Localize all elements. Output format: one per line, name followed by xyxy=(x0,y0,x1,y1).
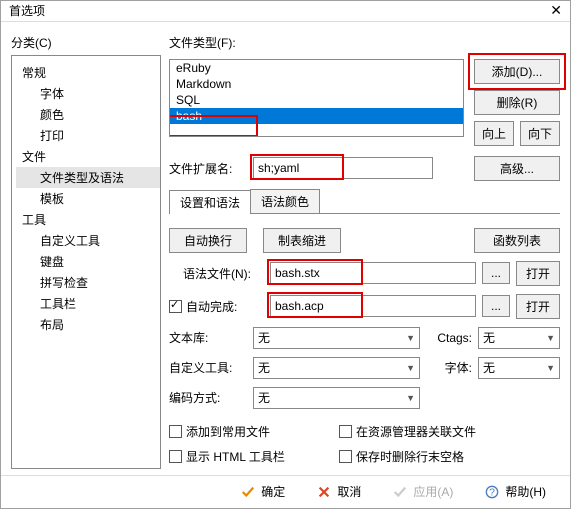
cb-add-common[interactable] xyxy=(169,425,182,438)
customtool-select[interactable]: 无▼ xyxy=(253,357,420,379)
browse-autocomplete-button[interactable]: ... xyxy=(482,295,510,317)
ext-input[interactable] xyxy=(253,157,433,179)
ctags-select[interactable]: 无▼ xyxy=(478,327,560,349)
tab-syntax-color[interactable]: 语法颜色 xyxy=(250,189,320,213)
tree-item[interactable]: 文件类型及语法 xyxy=(16,167,160,188)
tree-item[interactable]: 拼写检查 xyxy=(16,272,160,293)
close-icon[interactable]: ✕ xyxy=(550,2,562,19)
filetype-label: 文件类型(F): xyxy=(169,34,560,51)
filetype-item[interactable]: eRuby xyxy=(170,60,463,76)
cb-explorer-assoc[interactable] xyxy=(339,425,352,438)
chevron-down-icon: ▼ xyxy=(406,363,415,373)
browse-syntax-button[interactable]: ... xyxy=(482,262,510,284)
apply-button: 应用(A) xyxy=(387,479,459,504)
cb-strip-trailing[interactable] xyxy=(339,450,352,463)
autocomplete-label: 自动完成: xyxy=(186,298,237,315)
category-column: 分类(C) 常规字体颜色打印文件文件类型及语法模板工具自定义工具键盘拼写检查工具… xyxy=(11,34,161,469)
filetype-item[interactable]: bash xyxy=(170,108,463,124)
tree-item[interactable]: 布局 xyxy=(16,314,160,335)
open-autocomplete-button[interactable]: 打开 xyxy=(516,294,560,319)
preferences-window: 首选项 ✕ 分类(C) 常规字体颜色打印文件文件类型及语法模板工具自定义工具键盘… xyxy=(0,0,571,509)
delete-button[interactable]: 删除(R) xyxy=(474,90,560,115)
tab-indent-button[interactable]: 制表缩进 xyxy=(263,228,341,253)
check-icon xyxy=(241,485,255,499)
tree-item[interactable]: 字体 xyxy=(16,83,160,104)
filetype-buttons: 添加(D)... 删除(R) 向上 向下 xyxy=(474,59,560,146)
autocomplete-checkbox[interactable] xyxy=(169,300,182,313)
tree-item[interactable]: 打印 xyxy=(16,125,160,146)
syntax-file-input[interactable] xyxy=(270,262,476,284)
tree-item[interactable]: 键盘 xyxy=(16,251,160,272)
cb-html-toolbar[interactable] xyxy=(169,450,182,463)
x-icon xyxy=(317,485,331,499)
tree-item[interactable]: 模板 xyxy=(16,188,160,209)
dialog-body: 分类(C) 常规字体颜色打印文件文件类型及语法模板工具自定义工具键盘拼写检查工具… xyxy=(1,22,570,475)
tabs: 设置和语法 语法颜色 xyxy=(169,189,560,214)
tree-item[interactable]: 工具 xyxy=(16,209,160,230)
chevron-down-icon: ▼ xyxy=(546,363,555,373)
help-icon: ? xyxy=(485,485,499,499)
move-down-button[interactable]: 向下 xyxy=(520,121,560,146)
filetype-list[interactable]: eRubyMarkdownSQLbash xyxy=(169,59,464,137)
chevron-down-icon: ▼ xyxy=(406,393,415,403)
font-select[interactable]: 无▼ xyxy=(478,357,560,379)
font-label: 字体: xyxy=(426,359,472,376)
svg-text:?: ? xyxy=(489,486,495,498)
ext-label: 文件扩展名: xyxy=(169,160,247,177)
dialog-footer: 确定 取消 应用(A) ? 帮助(H) xyxy=(1,475,570,509)
advanced-button[interactable]: 高级... xyxy=(474,156,560,181)
window-title: 首选项 xyxy=(9,2,45,19)
tab-settings[interactable]: 设置和语法 xyxy=(169,190,251,214)
settings-column: 文件类型(F): eRubyMarkdownSQLbash 添加(D)... 删… xyxy=(169,34,560,469)
ok-button[interactable]: 确定 xyxy=(235,479,291,504)
open-syntax-button[interactable]: 打开 xyxy=(516,261,560,286)
encoding-label: 编码方式: xyxy=(169,389,247,406)
filetype-item[interactable]: Markdown xyxy=(170,76,463,92)
titlebar: 首选项 ✕ xyxy=(1,1,570,22)
textlib-select[interactable]: 无▼ xyxy=(253,327,420,349)
tree-item[interactable]: 文件 xyxy=(16,146,160,167)
autocomplete-file-input[interactable] xyxy=(270,295,476,317)
cancel-button[interactable]: 取消 xyxy=(311,479,367,504)
auto-wrap-button[interactable]: 自动换行 xyxy=(169,228,247,253)
customtool-label: 自定义工具: xyxy=(169,359,247,376)
syntax-file-label: 语法文件(N): xyxy=(169,265,264,282)
filetype-item[interactable]: SQL xyxy=(170,92,463,108)
tree-item[interactable]: 常规 xyxy=(16,62,160,83)
encoding-select[interactable]: 无▼ xyxy=(253,387,420,409)
chevron-down-icon: ▼ xyxy=(546,333,555,343)
add-button[interactable]: 添加(D)... xyxy=(474,59,560,84)
tree-item[interactable]: 工具栏 xyxy=(16,293,160,314)
tree-item[interactable]: 自定义工具 xyxy=(16,230,160,251)
tab-pane-settings: 自动换行 制表缩进 函数列表 语法文件(N): ... 打开 xyxy=(169,220,560,469)
check-icon xyxy=(393,485,407,499)
help-button[interactable]: ? 帮助(H) xyxy=(479,479,552,504)
tree-item[interactable]: 颜色 xyxy=(16,104,160,125)
textlib-label: 文本库: xyxy=(169,329,247,346)
category-label: 分类(C) xyxy=(11,34,161,51)
chevron-down-icon: ▼ xyxy=(406,333,415,343)
ctags-label: Ctags: xyxy=(426,331,472,345)
category-tree[interactable]: 常规字体颜色打印文件文件类型及语法模板工具自定义工具键盘拼写检查工具栏布局 xyxy=(11,55,161,469)
func-list-button[interactable]: 函数列表 xyxy=(474,228,560,253)
move-up-button[interactable]: 向上 xyxy=(474,121,514,146)
